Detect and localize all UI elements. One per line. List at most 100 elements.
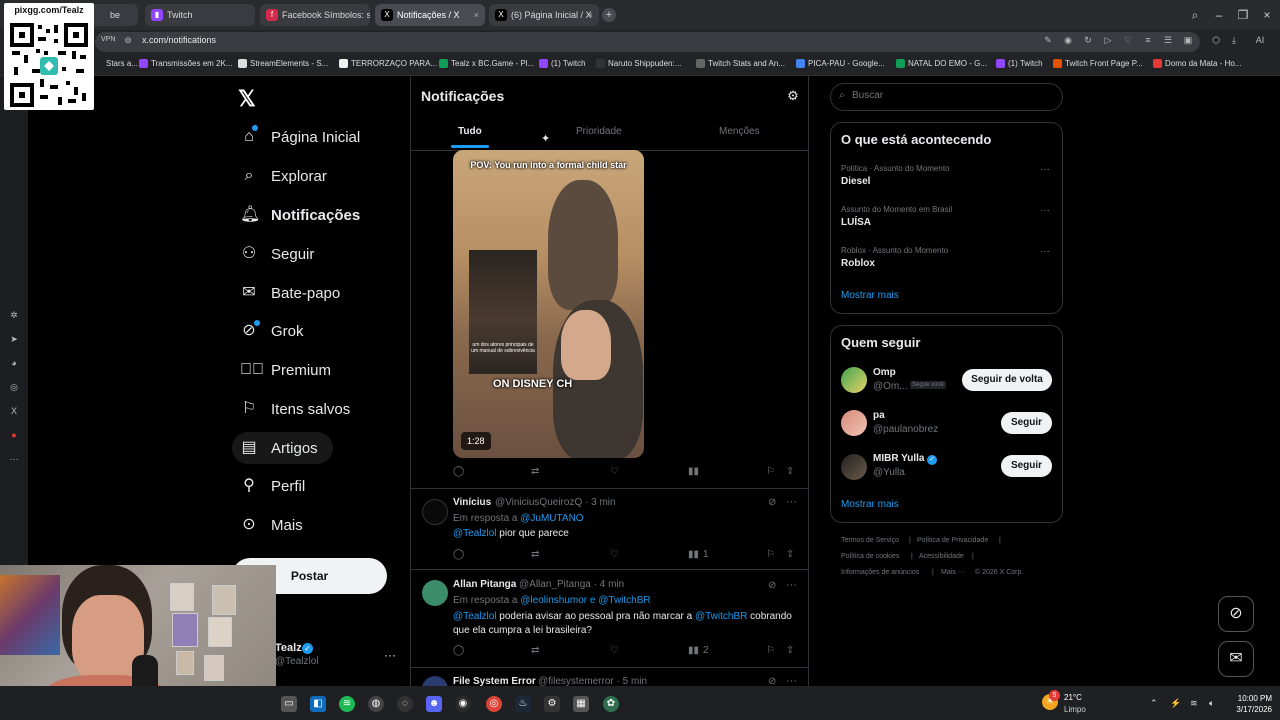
avatar[interactable] — [422, 580, 448, 606]
ai-button[interactable]: AI — [1249, 34, 1271, 46]
settings-icon[interactable]: ⚙ — [544, 696, 560, 712]
more-icon[interactable]: ··· — [1040, 164, 1050, 175]
sidebar-item-home[interactable]: ⌂ Página Inicial — [240, 122, 360, 152]
follow-back-button[interactable]: Seguir de volta — [962, 369, 1052, 391]
author-name[interactable]: Allan Pitanga — [453, 579, 516, 590]
messages-fab-icon[interactable]: ✉ — [1218, 641, 1254, 677]
sidebar-item-articles[interactable]: ▤ Artigos — [240, 433, 317, 463]
refresh-icon[interactable]: ↻ — [1082, 34, 1094, 46]
sidebar-item-explore[interactable]: ⌕ Explorar — [240, 161, 327, 191]
avatar[interactable] — [841, 367, 867, 393]
tab-mentions[interactable]: Menções — [719, 126, 760, 137]
like-icon[interactable]: ♡ — [610, 466, 619, 477]
grok-fab-icon[interactable]: ⊘ — [1218, 596, 1254, 632]
footer-more-link[interactable]: Mais ··· — [941, 569, 965, 576]
bookmark-item[interactable]: NATAL DO EMO - G... — [896, 59, 987, 68]
footer-link[interactable]: Informações de anúncios — [841, 569, 919, 576]
browser-icon[interactable]: ◉ — [455, 696, 471, 712]
more-icon[interactable]: ··· — [786, 496, 797, 508]
author-name[interactable]: Vinícius — [453, 497, 491, 508]
whatsapp-icon[interactable]: ◎ — [8, 381, 20, 393]
account-handle[interactable]: @Tealzlol — [275, 656, 319, 667]
browser-tab-notifications[interactable]: X Notificações / X × — [375, 4, 485, 26]
x-logo-icon[interactable]: 𝕏 — [238, 86, 256, 112]
sidebar-item-bookmarks[interactable]: ⚐ Itens salvos — [240, 394, 350, 424]
footer-link[interactable]: Termos de Serviço — [841, 537, 899, 544]
views-icon[interactable]: ▮▮ — [688, 549, 699, 560]
account-name[interactable]: Tealz — [275, 642, 302, 654]
follow-button[interactable]: Seguir — [1001, 412, 1052, 434]
reply-to-link[interactable]: @JuMUTANO — [520, 513, 583, 524]
telegram-icon[interactable]: ➤ — [8, 333, 20, 345]
reply-to-link[interactable]: @leolinshumor e @TwitchBR — [520, 595, 650, 606]
retweet-icon[interactable]: ⇄ — [531, 645, 539, 656]
url-box[interactable] — [95, 32, 1200, 52]
cube-icon[interactable]: ⬡ — [1210, 34, 1222, 46]
avatar[interactable] — [422, 499, 448, 525]
retweet-icon[interactable]: ⇄ — [531, 549, 539, 560]
mention-link[interactable]: @TwitchBR — [695, 611, 747, 622]
calculator-icon[interactable]: ▦ — [573, 696, 589, 712]
bookmark-item[interactable]: Naruto Shippuden:... — [596, 59, 681, 68]
show-more-link[interactable]: Mostrar mais — [841, 499, 899, 510]
maximize-icon[interactable]: ❐ — [1235, 7, 1251, 23]
list-icon[interactable]: ☰ — [1162, 34, 1174, 46]
footer-link[interactable]: Política de cookies — [841, 553, 899, 560]
edit-icon[interactable]: ✎ — [1042, 34, 1054, 46]
close-window-icon[interactable]: × — [1259, 7, 1275, 23]
more-icon[interactable]: ··· — [1040, 246, 1050, 257]
suggested-user-name[interactable]: MIBR Yulla — [873, 453, 925, 464]
bookmark-item[interactable]: PICA-PAU - Google... — [796, 59, 885, 68]
bookmark-icon[interactable]: ⚐ — [766, 645, 775, 656]
suggested-user-name[interactable]: pa — [873, 410, 885, 421]
tab-priority[interactable]: Prioridade — [576, 126, 622, 137]
bookmark-item[interactable]: Tealz x BC.Game - Pl... — [439, 59, 534, 68]
footer-link[interactable]: Acessibilidade — [919, 553, 964, 560]
search-input[interactable] — [852, 90, 1052, 101]
views-icon[interactable]: ▮▮ — [688, 466, 699, 477]
more-icon[interactable]: ··· — [8, 453, 20, 465]
app-icon[interactable]: ✿ — [603, 696, 619, 712]
grok-icon[interactable]: ⊘ — [768, 580, 776, 591]
file-explorer-icon[interactable]: ▭ — [281, 696, 297, 712]
new-tab-button[interactable]: + — [602, 8, 616, 22]
vpn-badge[interactable]: VPN — [101, 36, 115, 43]
avatar[interactable] — [841, 454, 867, 480]
retweet-icon[interactable]: ⇄ — [531, 466, 539, 477]
account-menu-icon[interactable]: ··· — [384, 648, 396, 662]
site-info-icon[interactable]: ⊜ — [122, 34, 134, 46]
tab-all[interactable]: Tudo — [458, 126, 482, 137]
bookmark-item[interactable]: (1) Twitch — [539, 59, 586, 68]
download-icon[interactable]: ⤓ — [1228, 34, 1240, 46]
follow-button[interactable]: Seguir — [1001, 455, 1052, 477]
suggested-user-name[interactable]: Omp — [873, 367, 896, 378]
sidebar-item-premium[interactable]: ✓⃝ Premium — [240, 355, 331, 385]
discord-icon[interactable]: ☻ — [426, 696, 442, 712]
sidebar-item-notifications[interactable]: 🔔︎ Notificações — [240, 200, 360, 230]
clock-time[interactable]: 10:00 PM — [1226, 694, 1272, 703]
bookmark-item[interactable]: Twitch Stats and An... — [696, 59, 785, 68]
network-icon[interactable]: ⚡ — [1170, 698, 1181, 709]
search-tabs-icon[interactable]: ⌕ — [1187, 7, 1203, 23]
reply-icon[interactable]: ◯ — [453, 466, 464, 477]
play-icon[interactable]: ▷ — [1102, 34, 1114, 46]
bookmark-item[interactable]: Transmissões em 2K... — [139, 59, 233, 68]
more-icon[interactable]: ··· — [786, 579, 797, 591]
reply-icon[interactable]: ◯ — [453, 549, 464, 560]
share-icon[interactable]: ⇪ — [786, 549, 794, 560]
browser-tab[interactable]: be — [88, 4, 138, 26]
sidebar-item-chat[interactable]: ✉ Bate-papo — [240, 278, 340, 308]
views-icon[interactable]: ▮▮ — [688, 645, 699, 656]
app-icon[interactable]: ◌ — [397, 696, 413, 712]
spotify-icon[interactable]: ≋ — [339, 696, 355, 712]
bookmark-item[interactable]: Twitch Front Page P... — [1053, 59, 1143, 68]
browser-tab-home[interactable]: X (6) Página Inicial / X × — [489, 4, 599, 26]
like-icon[interactable]: ♡ — [610, 549, 619, 560]
x-logo-icon[interactable]: X — [8, 405, 20, 417]
more-icon[interactable]: ··· — [1040, 205, 1050, 216]
avatar[interactable] — [841, 410, 867, 436]
share-icon[interactable]: ⇪ — [786, 645, 794, 656]
bookmark-item[interactable]: Stars a... — [94, 59, 138, 68]
outlook-icon[interactable]: ◧ — [310, 696, 326, 712]
like-icon[interactable]: ♡ — [610, 645, 619, 656]
